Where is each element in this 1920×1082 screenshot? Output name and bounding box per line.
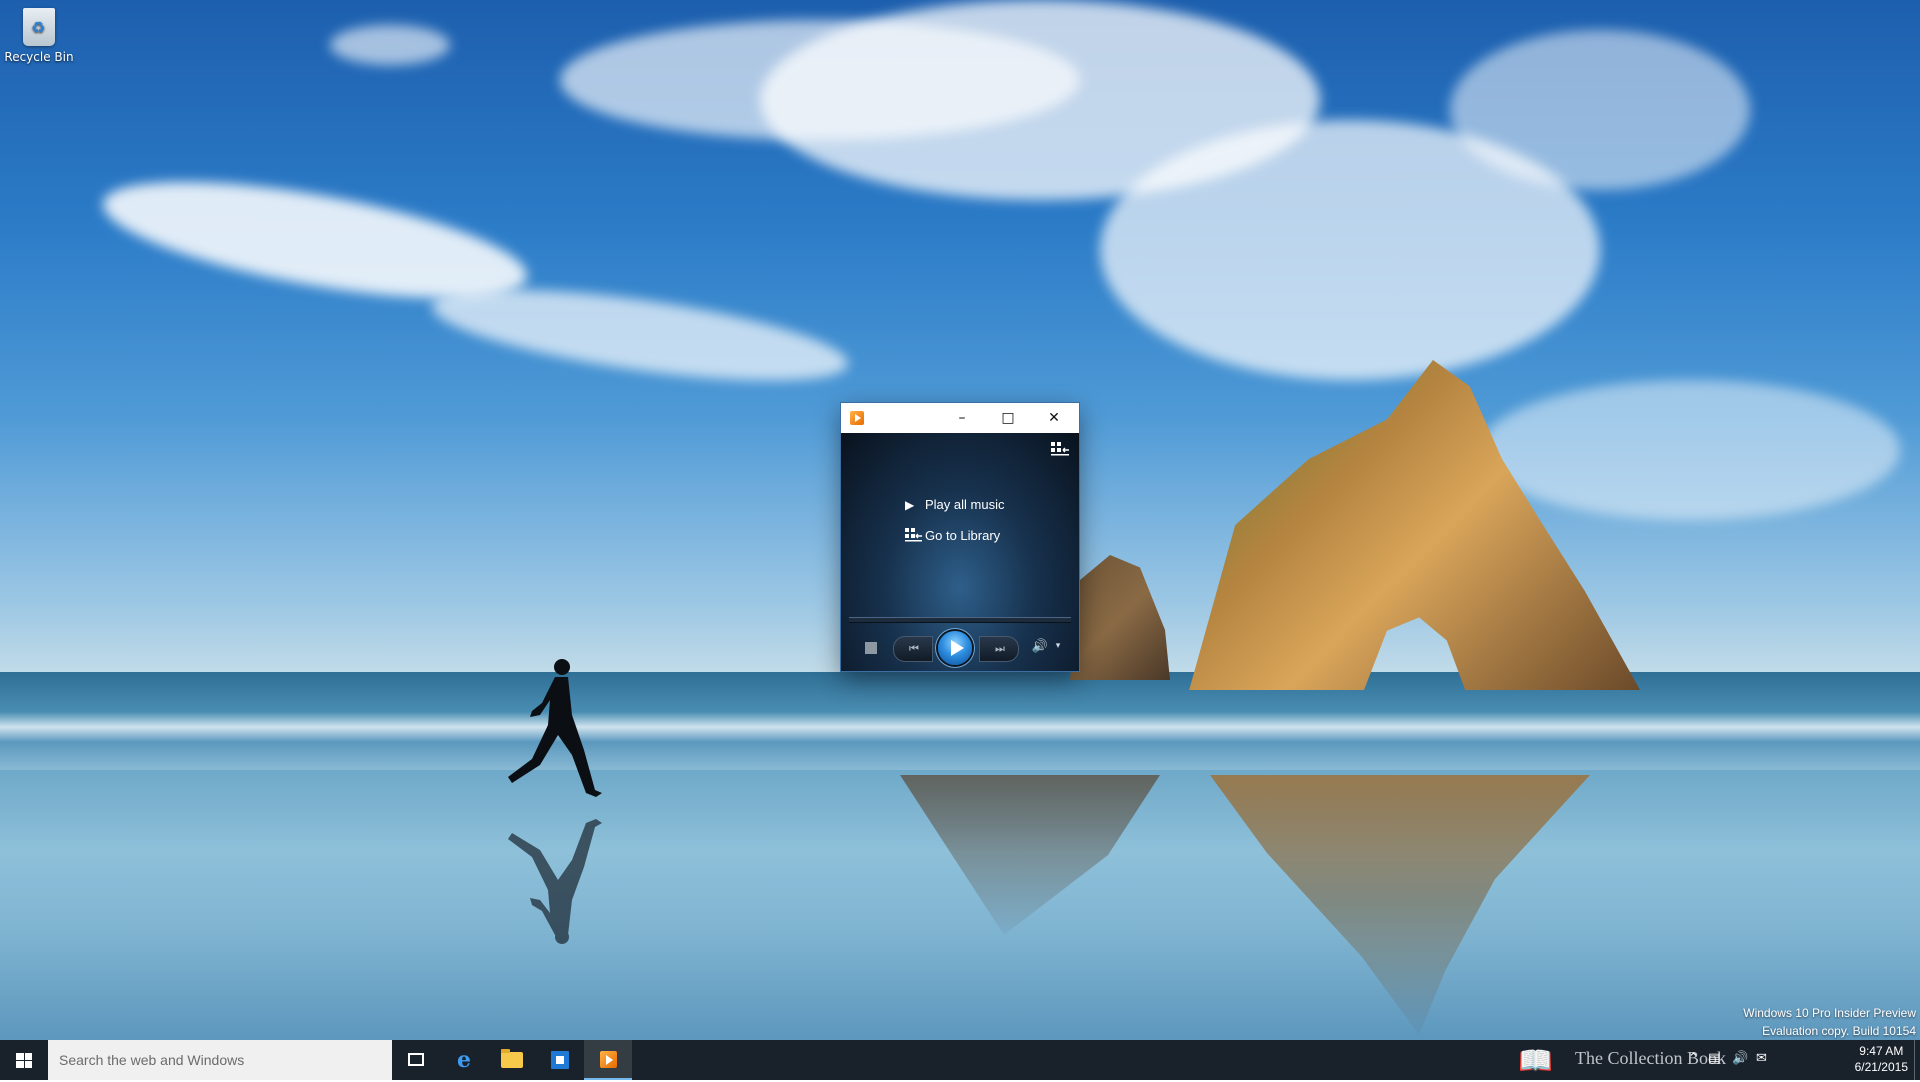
edge-button[interactable]: e	[440, 1040, 488, 1080]
search-box[interactable]: Search the web and Windows	[48, 1040, 392, 1080]
clock-time: 9:47 AM	[1859, 1044, 1904, 1058]
title-bar[interactable]: – □ ✕	[841, 403, 1079, 433]
windows-logo-icon	[16, 1053, 32, 1068]
task-view-icon	[408, 1053, 424, 1066]
store-button[interactable]	[536, 1040, 584, 1080]
play-button[interactable]	[938, 631, 972, 665]
file-explorer-button[interactable]	[488, 1040, 536, 1080]
task-view-button[interactable]	[392, 1040, 440, 1080]
media-player-app-icon[interactable]	[850, 411, 864, 425]
edge-icon: e	[457, 1047, 471, 1073]
file-explorer-icon	[501, 1049, 523, 1068]
store-icon	[551, 1051, 569, 1069]
chevron-up-icon[interactable]: ⌃	[1688, 1051, 1699, 1066]
action-center-icon[interactable]: ✉	[1756, 1051, 1767, 1066]
stop-button[interactable]	[865, 642, 877, 654]
media-player-window[interactable]: – □ ✕ ▶ Play all music Go to Library ⏮ ⏭…	[841, 403, 1079, 671]
cloud	[330, 25, 450, 65]
start-button[interactable]	[0, 1040, 48, 1080]
cloud	[427, 271, 853, 399]
go-to-library-link[interactable]: Go to Library	[905, 525, 1000, 547]
runner-silhouette	[508, 659, 602, 797]
cloud	[1450, 30, 1750, 190]
show-desktop-button[interactable]	[1914, 1040, 1920, 1080]
clock[interactable]: 9:47 AM 6/21/2015	[1855, 1043, 1908, 1075]
play-all-music-label: Play all music	[925, 497, 1005, 512]
close-button[interactable]: ✕	[1031, 403, 1077, 433]
transport-controls: ⏮ ⏭ 🔊 ▾	[841, 629, 1079, 669]
runner-reflection	[508, 819, 602, 944]
previous-button[interactable]: ⏮	[893, 636, 933, 662]
recycle-bin-desktop-icon[interactable]: ♻ Recycle Bin	[4, 6, 74, 64]
minimize-button[interactable]: –	[939, 403, 985, 433]
system-tray: 📖 The Collection Book ⌃ ▤ 🔊 ✉ 9:47 AM 6/…	[1510, 1040, 1920, 1080]
evaluation-watermark: Windows 10 Pro Insider Preview Evaluatio…	[1743, 1004, 1916, 1040]
clock-date: 6/21/2015	[1854, 1060, 1908, 1074]
previous-icon: ⏮	[909, 642, 919, 655]
play-icon: ▶	[905, 498, 915, 512]
maximize-button[interactable]: □	[985, 403, 1031, 433]
now-playing-area: ▶ Play all music Go to Library ⏮ ⏭ 🔊 ▾	[841, 433, 1079, 671]
seek-bar[interactable]	[849, 617, 1071, 623]
taskbar: Search the web and Windows e 📖 The Colle…	[0, 1040, 1920, 1080]
library-icon	[905, 525, 925, 547]
next-button[interactable]: ⏭	[979, 636, 1019, 662]
desktop-background: ♻ Recycle Bin Windows 10 Pro Insider Pre…	[0, 0, 1920, 1040]
next-icon: ⏭	[995, 642, 1005, 655]
overlay-watermark-text: The Collection Book	[1575, 1048, 1726, 1068]
volume-icon[interactable]: 🔊	[1732, 1051, 1748, 1066]
windows-media-player-icon	[600, 1051, 617, 1068]
watermark-line-2: Evaluation copy. Build 10154	[1762, 1024, 1916, 1038]
cloud	[1480, 380, 1900, 520]
recycle-bin-label: Recycle Bin	[4, 50, 74, 64]
media-player-taskbar-button[interactable]	[584, 1040, 632, 1080]
switch-to-library-icon[interactable]	[1050, 441, 1070, 457]
network-icon[interactable]: ▤	[1708, 1051, 1720, 1066]
small-rock	[1070, 555, 1170, 680]
play-all-music-link[interactable]: ▶ Play all music	[905, 494, 1004, 516]
volume-menu-arrow[interactable]: ▾	[1053, 641, 1063, 651]
go-to-library-label: Go to Library	[925, 528, 1001, 543]
volume-icon[interactable]: 🔊	[1031, 639, 1049, 657]
recycle-bin-icon: ♻	[23, 8, 55, 46]
watermark-line-1: Windows 10 Pro Insider Preview	[1743, 1006, 1916, 1020]
book-logo-icon: 📖	[1518, 1044, 1553, 1077]
